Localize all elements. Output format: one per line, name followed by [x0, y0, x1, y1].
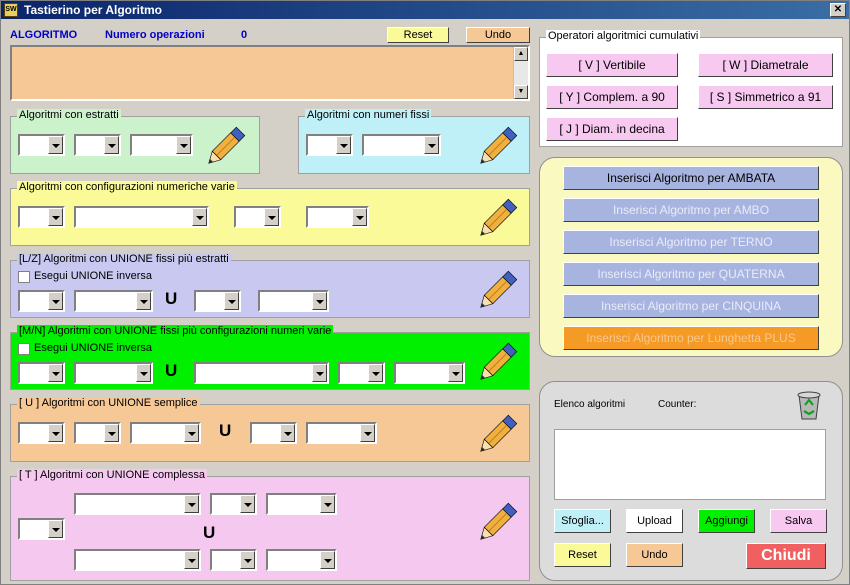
lz-combo-1[interactable]: [18, 290, 65, 312]
config-combo-2[interactable]: [74, 206, 209, 228]
pencil-icon[interactable]: [473, 411, 521, 459]
insert-terno-button[interactable]: Inserisci Algoritmo per TERNO: [563, 230, 819, 254]
lz-inverse-checkbox[interactable]: [18, 271, 30, 283]
lz-union-symbol: U: [165, 289, 178, 308]
mn-inverse-checkbox[interactable]: [18, 343, 30, 355]
fissi-combo-2[interactable]: [362, 134, 441, 156]
u-union-symbol: U: [219, 421, 232, 440]
group-estratti-title: Algoritmi con estratti: [17, 109, 121, 121]
undo-button[interactable]: Undo: [626, 543, 683, 567]
op-complem-button[interactable]: [ Y ] Complem. a 90: [546, 85, 678, 109]
lz-combo-4[interactable]: [258, 290, 329, 312]
u-combo-4[interactable]: [250, 422, 297, 444]
list-title: Elenco algoritmi: [554, 399, 626, 410]
recycle-bin-icon[interactable]: [793, 389, 825, 421]
chiudi-button[interactable]: Chiudi: [746, 543, 826, 569]
close-button[interactable]: ✕: [830, 3, 846, 17]
counter-label: Counter:: [658, 399, 697, 410]
lz-combo-3[interactable]: [194, 290, 241, 312]
num-ops-label: Numero operazioni: [105, 29, 205, 41]
t-combo-top-1[interactable]: [74, 493, 201, 515]
insert-ambata-button[interactable]: Inserisci Algoritmo per AMBATA: [563, 166, 819, 190]
pencil-icon[interactable]: [473, 499, 521, 547]
mn-combo-4[interactable]: [338, 362, 385, 384]
window-title: Tastierino per Algoritmo: [24, 3, 163, 17]
group-fissi-title: Algoritmi con numeri fissi: [305, 109, 432, 121]
lz-inverse-label: Esegui UNIONE inversa: [34, 270, 152, 282]
upload-button[interactable]: Upload: [626, 509, 683, 533]
t-combo-bot-2[interactable]: [210, 549, 257, 571]
t-combo-top-3[interactable]: [266, 493, 337, 515]
operators-title: Operatori algoritmici cumulativi: [546, 30, 701, 42]
algoritmo-label: ALGORITMO: [10, 29, 78, 41]
estratti-combo-3[interactable]: [130, 134, 193, 156]
insert-quaterna-button[interactable]: Inserisci Algoritmo per QUATERNA: [563, 262, 819, 286]
u-combo-3[interactable]: [130, 422, 201, 444]
t-combo-left[interactable]: [18, 518, 65, 540]
config-combo-1[interactable]: [18, 206, 65, 228]
mn-combo-3[interactable]: [194, 362, 329, 384]
fissi-combo-1[interactable]: [306, 134, 353, 156]
t-union-symbol: U: [203, 523, 216, 542]
pencil-icon[interactable]: [473, 339, 521, 387]
salva-button[interactable]: Salva: [770, 509, 827, 533]
aggiungi-button[interactable]: Aggiungi: [698, 509, 755, 533]
insert-ambo-button[interactable]: Inserisci Algoritmo per AMBO: [563, 198, 819, 222]
op-simmetrico-button[interactable]: [ S ] Simmetrico a 91: [698, 85, 833, 109]
t-combo-top-2[interactable]: [210, 493, 257, 515]
mn-combo-2[interactable]: [74, 362, 153, 384]
scroll-down-icon[interactable]: ▼: [514, 85, 528, 99]
textarea-scrollbar[interactable]: ▲ ▼: [513, 47, 528, 99]
t-combo-bot-3[interactable]: [266, 549, 337, 571]
op-diametrale-button[interactable]: [ W ] Diametrale: [698, 53, 833, 77]
u-combo-2[interactable]: [74, 422, 121, 444]
pencil-icon[interactable]: [473, 267, 521, 315]
reset-top-button[interactable]: Reset: [387, 27, 449, 43]
t-combo-bot-1[interactable]: [74, 549, 201, 571]
algorithm-list[interactable]: [554, 429, 826, 500]
config-combo-3[interactable]: [234, 206, 281, 228]
mn-combo-5[interactable]: [394, 362, 465, 384]
estratti-combo-1[interactable]: [18, 134, 65, 156]
estratti-combo-2[interactable]: [74, 134, 121, 156]
pencil-icon[interactable]: [473, 195, 521, 243]
op-diam-decina-button[interactable]: [ J ] Diam. in decina: [546, 117, 678, 141]
mn-union-symbol: U: [165, 361, 178, 380]
reset-button[interactable]: Reset: [554, 543, 611, 567]
main-window: SW Tastierino per Algoritmo ✕ ALGORITMO …: [0, 0, 850, 585]
config-combo-4[interactable]: [306, 206, 369, 228]
u-combo-5[interactable]: [306, 422, 377, 444]
group-config-title: Algoritmi con configurazioni numeriche v…: [17, 181, 237, 193]
pencil-icon[interactable]: [473, 123, 521, 171]
group-lz-title: [L/Z] Algoritmi con UNIONE fissi più est…: [17, 253, 231, 265]
scroll-up-icon[interactable]: ▲: [514, 47, 528, 61]
lz-combo-2[interactable]: [74, 290, 153, 312]
insert-cinquina-button[interactable]: Inserisci Algoritmo per CINQUINA: [563, 294, 819, 318]
insert-lunghetta-button[interactable]: Inserisci Algoritmo per Lunghetta PLUS: [563, 326, 819, 350]
undo-top-button[interactable]: Undo: [466, 27, 530, 43]
title-bar: SW Tastierino per Algoritmo ✕: [1, 1, 849, 19]
mn-inverse-label: Esegui UNIONE inversa: [34, 342, 152, 354]
algorithm-textarea[interactable]: ▲ ▼: [10, 45, 530, 101]
group-mn-title: [M/N] Algoritmi con UNIONE fissi più con…: [17, 325, 334, 337]
pencil-icon[interactable]: [201, 123, 249, 171]
app-icon: SW: [4, 3, 18, 17]
num-ops-value: 0: [241, 29, 248, 41]
u-combo-1[interactable]: [18, 422, 65, 444]
group-t-title: [ T ] Algoritmi con UNIONE complessa: [17, 469, 208, 481]
group-u-title: [ U ] Algoritmi con UNIONE semplice: [17, 397, 200, 409]
mn-combo-1[interactable]: [18, 362, 65, 384]
sfoglia-button[interactable]: Sfoglia...: [554, 509, 611, 533]
op-vertibile-button[interactable]: [ V ] Vertibile: [546, 53, 678, 77]
